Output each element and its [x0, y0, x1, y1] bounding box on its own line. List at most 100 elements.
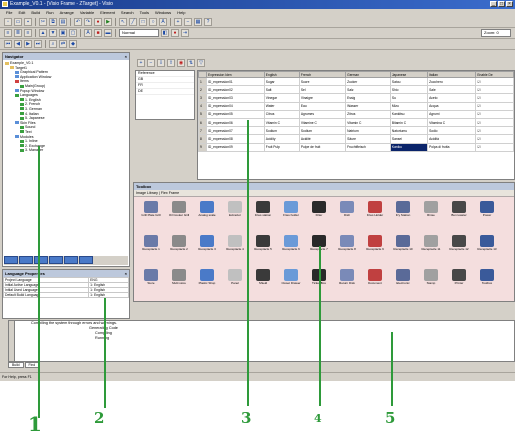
grid-cell[interactable]: Sale — [427, 85, 477, 95]
library-item[interactable]: Fries station — [249, 199, 277, 233]
tab-images[interactable] — [49, 256, 63, 264]
library-item[interactable]: Grill Plate Grill — [137, 199, 165, 233]
align-right-icon[interactable]: ≡ — [24, 29, 32, 37]
tab-variables[interactable] — [34, 256, 48, 264]
enable-checkbox[interactable]: ☑ — [475, 101, 514, 111]
enable-checkbox[interactable]: ☑ — [475, 134, 514, 144]
grid-cell[interactable]: ID_expression03 — [206, 93, 265, 103]
grid-cell[interactable]: Fruit Pulp — [263, 142, 300, 152]
library-item[interactable]: Receptacle 4 — [221, 233, 249, 267]
grid-cell[interactable]: Säure — [345, 134, 391, 144]
grid-cell[interactable]: Vitamin C — [263, 117, 300, 128]
library-item[interactable]: Filter — [305, 199, 333, 233]
library-item[interactable]: Panel — [221, 267, 249, 301]
library-item[interactable]: Extractor — [221, 199, 249, 233]
menu-item-arrange[interactable]: Arrange — [60, 9, 74, 17]
grid-cell[interactable]: Vitamin C — [345, 117, 391, 128]
grid-cell[interactable]: Natrium — [345, 126, 391, 136]
menu-item-file[interactable]: File — [6, 9, 12, 17]
grid-cell[interactable]: Wasser — [345, 101, 391, 111]
grid-cell[interactable]: ID_expression09 — [206, 142, 265, 152]
line-color-icon[interactable]: ▬ — [104, 29, 112, 37]
add-row-icon[interactable]: + — [137, 58, 145, 67]
font-color-icon[interactable]: A — [84, 29, 92, 37]
prev-icon[interactable]: ◀ — [14, 40, 22, 48]
delete-row-icon[interactable]: − — [147, 58, 155, 67]
grid-cell[interactable]: Sodium — [298, 126, 347, 136]
find-icon[interactable]: ⌕ — [49, 40, 57, 48]
grid-cell[interactable]: Sodium — [263, 126, 300, 136]
library-item[interactable]: Receptacle 12 — [445, 233, 473, 267]
line-tool-icon[interactable]: ╱ — [129, 18, 137, 26]
style-combo[interactable]: Normal — [119, 29, 159, 37]
library-item[interactable]: Rinse — [417, 199, 445, 233]
grid-cell[interactable]: Mizu — [389, 101, 429, 111]
library-item[interactable]: Document — [361, 267, 389, 301]
close-icon[interactable]: × — [125, 53, 127, 60]
rectangle-tool-icon[interactable]: □ — [139, 18, 147, 26]
grid-cell[interactable]: Essig — [345, 93, 391, 103]
align-left-icon[interactable]: ≡ — [4, 29, 12, 37]
zoom-in-icon[interactable]: + — [174, 18, 182, 26]
bookmark-icon[interactable]: ◆ — [69, 40, 77, 48]
grid-cell[interactable]: ID_expression05 — [206, 109, 265, 119]
library-item[interactable]: Electronic — [389, 267, 417, 301]
enable-checkbox[interactable]: ☑ — [475, 93, 514, 103]
open-folder-icon[interactable]: ▭ — [14, 18, 22, 26]
library-item[interactable]: Dish — [333, 199, 361, 233]
grid-cell[interactable]: Salz — [345, 85, 391, 95]
grid-cell[interactable]: Pulpe de fruit — [298, 142, 347, 152]
undo-icon[interactable]: ↶ — [74, 18, 82, 26]
send-back-icon[interactable]: ▼ — [49, 29, 57, 37]
grid-cell[interactable]: Vitamina C — [427, 117, 477, 128]
export-icon[interactable]: ⇧ — [167, 58, 175, 67]
library-item[interactable]: Receptacle 8 — [333, 233, 361, 267]
library-item[interactable]: Receptacle 1 — [137, 233, 165, 267]
grid-cell[interactable]: ID_expression02 — [206, 85, 265, 95]
enable-checkbox[interactable]: ☑ — [475, 85, 514, 95]
grid-cell[interactable]: Sucre — [298, 76, 347, 87]
library-item[interactable]: Plastic Shop — [193, 267, 221, 301]
grid-cell[interactable]: Vitamine C — [298, 117, 347, 128]
redo-icon[interactable]: ↷ — [84, 18, 92, 26]
grid-cell[interactable]: Acqua — [427, 101, 477, 111]
tab-resources[interactable] — [19, 256, 33, 264]
grid-cell[interactable]: ID_expression07 — [206, 126, 265, 136]
first-icon[interactable]: ⏮ — [4, 40, 12, 48]
grid-cell[interactable]: Acidité — [298, 134, 347, 144]
library-item[interactable]: Store — [137, 267, 165, 301]
grid-cell[interactable]: Zucker — [345, 76, 391, 87]
next-icon[interactable]: ▶ — [24, 40, 32, 48]
close-icon[interactable]: × — [125, 270, 127, 277]
save-icon[interactable]: ▪ — [24, 18, 32, 26]
grid-cell[interactable]: Vinegar — [263, 93, 300, 103]
enable-checkbox[interactable]: ☑ — [475, 109, 514, 119]
library-item[interactable]: Receptacle 10 — [389, 233, 417, 267]
last-icon[interactable]: ⏭ — [34, 40, 42, 48]
fill-color-icon[interactable]: ■ — [94, 29, 102, 37]
library-item[interactable]: Return Disk — [333, 267, 361, 301]
import-icon[interactable]: ⇩ — [157, 58, 165, 67]
grid-icon[interactable]: ▦ — [194, 18, 202, 26]
grid-cell[interactable]: Zucchero — [427, 76, 477, 87]
library-item[interactable]: Receptacle 13 — [473, 233, 501, 267]
library-item[interactable]: Receptacle 3 — [193, 233, 221, 267]
library-item[interactable]: Receptacle 2 — [165, 233, 193, 267]
grid-cell[interactable]: ID_expression04 — [206, 101, 265, 111]
grid-cell[interactable]: Eau — [298, 101, 347, 111]
library-item[interactable]: Fries holder — [277, 199, 305, 233]
grid-cell[interactable]: Polpa di frutta — [427, 142, 477, 152]
library-item[interactable]: Analog scale — [193, 199, 221, 233]
copy-icon[interactable]: ⧉ — [49, 18, 57, 26]
grid-cell[interactable]: Natoriumu — [389, 126, 429, 136]
menu-item-variable[interactable]: Variable — [80, 9, 94, 17]
grid-cell[interactable]: Su — [389, 93, 429, 103]
library-item[interactable]: Receptacle 6 — [277, 233, 305, 267]
library-item[interactable]: Toolbox — [473, 267, 501, 301]
close-button[interactable]: × — [506, 1, 513, 7]
output-tab-find[interactable]: Find — [24, 362, 40, 368]
tab-project[interactable] — [4, 256, 18, 264]
enable-checkbox[interactable]: ☑ — [475, 142, 514, 152]
maximize-button[interactable]: □ — [498, 1, 505, 7]
help-icon[interactable]: ? — [204, 18, 212, 26]
